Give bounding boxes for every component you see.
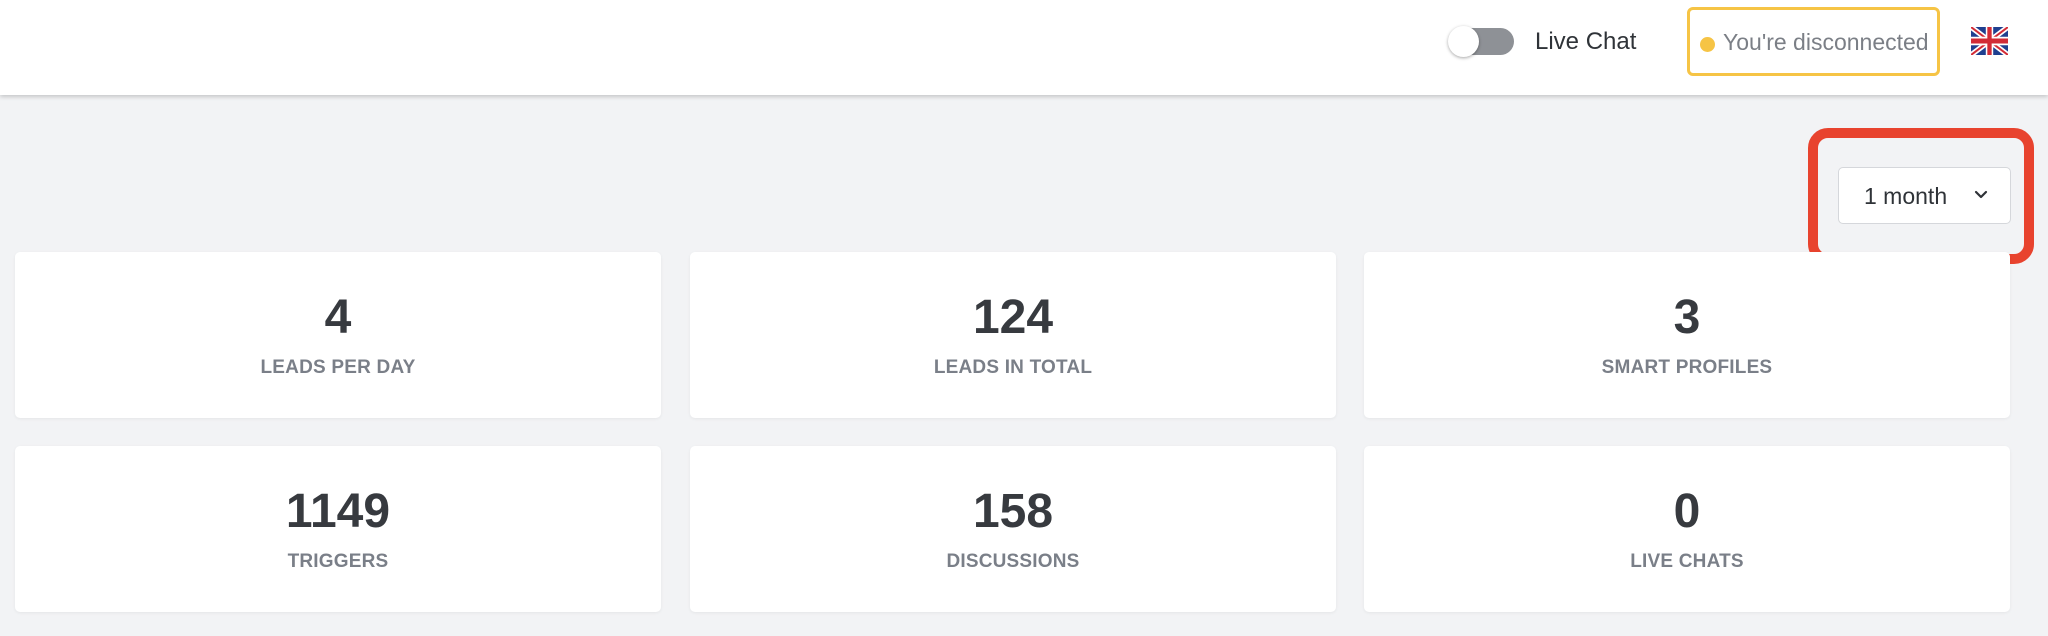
stat-value: 1149 [285, 485, 391, 538]
stat-card-live-chats: 0 LIVE CHATS [1364, 446, 2010, 612]
top-bar: Live Chat You're disconnected [0, 0, 2048, 95]
stat-value: 0 [1673, 485, 1701, 538]
live-chat-label: Live Chat [1535, 28, 1637, 55]
stat-value: 158 [972, 485, 1054, 538]
stat-label: SMART PROFILES [1601, 357, 1773, 378]
toggle-knob[interactable] [1448, 26, 1479, 57]
stat-card-leads-per-day: 4 LEADS PER DAY [15, 252, 661, 418]
stat-value: 124 [972, 291, 1054, 344]
time-range-select[interactable]: 1 month [1838, 167, 2011, 224]
stat-label: TRIGGERS [287, 551, 389, 572]
chevron-down-icon [1974, 190, 1988, 199]
stat-label: LEADS IN TOTAL [933, 357, 1093, 378]
stat-label: DISCUSSIONS [946, 551, 1080, 572]
uk-flag-icon[interactable] [1971, 27, 2008, 55]
stat-label: LIVE CHATS [1630, 551, 1744, 572]
stat-card-smart-profiles: 3 SMART PROFILES [1364, 252, 2010, 418]
connection-status-text: You're disconnected [1723, 29, 1929, 55]
status-dot-icon [1700, 37, 1715, 52]
connection-status-badge[interactable]: You're disconnected [1687, 7, 1940, 76]
stat-card-triggers: 1149 TRIGGERS [15, 446, 661, 612]
stat-label: LEADS PER DAY [260, 357, 416, 378]
time-range-value: 1 month [1864, 183, 1948, 209]
stat-value: 4 [324, 291, 352, 344]
stat-value: 3 [1673, 291, 1701, 344]
live-chat-toggle[interactable] [1448, 26, 1514, 57]
stat-card-discussions: 158 DISCUSSIONS [690, 446, 1336, 612]
stat-card-leads-in-total: 124 LEADS IN TOTAL [690, 252, 1336, 418]
